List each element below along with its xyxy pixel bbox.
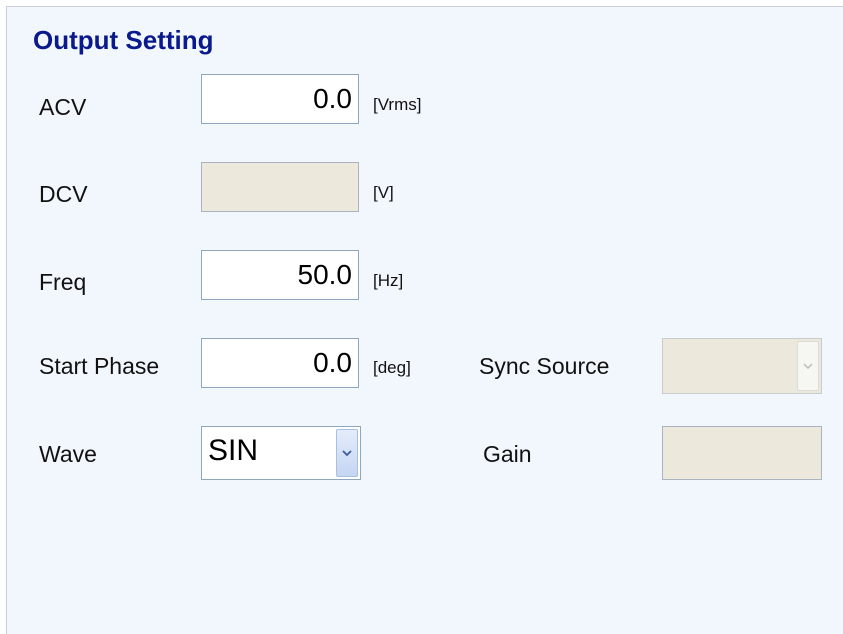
- gain-label: Gain: [483, 441, 532, 467]
- dcv-unit: [V]: [373, 183, 394, 202]
- wave-value: SIN: [208, 434, 259, 467]
- acv-input[interactable]: [201, 74, 359, 124]
- sync-source-dropdown: [662, 338, 822, 394]
- dcv-label: DCV: [39, 181, 88, 207]
- wave-label: Wave: [39, 441, 97, 467]
- freq-label: Freq: [39, 269, 87, 295]
- panel-title: Output Setting: [33, 25, 214, 55]
- start-phase-unit: [deg]: [373, 358, 411, 377]
- acv-unit: [Vrms]: [373, 95, 422, 114]
- start-phase-label: Start Phase: [39, 353, 160, 379]
- gain-input: [662, 426, 822, 480]
- chevron-down-icon[interactable]: [336, 429, 358, 477]
- freq-input[interactable]: [201, 250, 359, 300]
- freq-unit: [Hz]: [373, 271, 404, 290]
- chevron-down-icon: [797, 341, 819, 391]
- start-phase-input[interactable]: [201, 338, 359, 388]
- sync-source-label: Sync Source: [479, 353, 610, 379]
- dcv-input: [201, 162, 359, 212]
- acv-label: ACV: [39, 94, 87, 120]
- output-setting-panel: Output Setting ACV [Vrms] DCV [V] Freq […: [6, 6, 843, 634]
- wave-dropdown[interactable]: SIN: [201, 426, 361, 480]
